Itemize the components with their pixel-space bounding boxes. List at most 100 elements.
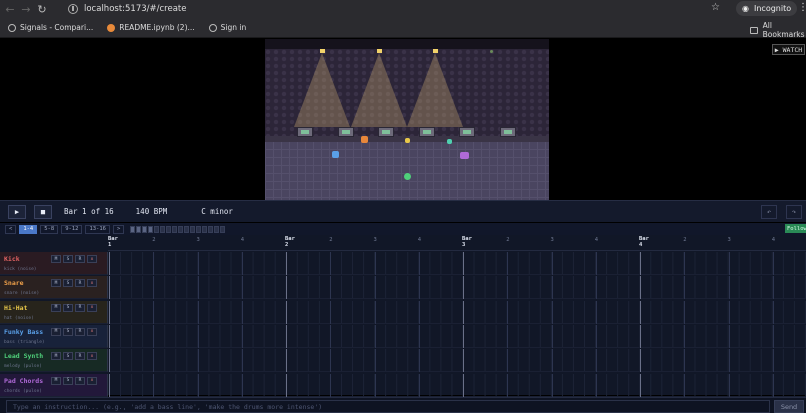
track-header[interactable]: Pad Chords chords (pulse) M S Rx xyxy=(0,373,108,397)
send-button[interactable]: Send xyxy=(774,400,804,413)
minimap-cell[interactable] xyxy=(160,225,166,233)
minimap-cell[interactable] xyxy=(196,225,202,233)
record-button[interactable]: R xyxy=(75,327,85,336)
track-header[interactable]: Lead Synth melody (pulse) M S Rx xyxy=(0,349,108,373)
instruction-input[interactable] xyxy=(6,400,770,413)
reload-icon[interactable]: ↻ xyxy=(34,1,50,17)
record-button[interactable]: R xyxy=(75,352,85,361)
range-button-13-16[interactable]: 13-16 xyxy=(85,224,110,234)
bar-divider xyxy=(463,349,464,373)
bookmark-label: Sign in xyxy=(220,23,247,32)
track-step-grid[interactable] xyxy=(109,300,806,324)
prev-range-button[interactable]: < xyxy=(5,224,17,234)
browser-menu-icon[interactable]: ⋮ xyxy=(798,2,806,13)
track-header[interactable]: Hi-Hat hat (noise) M S Rx xyxy=(0,300,108,324)
track-step-grid[interactable] xyxy=(109,349,806,373)
minimap-cell[interactable] xyxy=(184,225,190,233)
spotlight-beam xyxy=(294,53,350,127)
range-button-9-12[interactable]: 9-12 xyxy=(61,224,83,234)
back-icon[interactable]: ← xyxy=(2,1,18,17)
delete-track-button[interactable]: x xyxy=(87,303,97,312)
bookmark-star-icon[interactable]: ☆ xyxy=(711,2,720,13)
solo-button[interactable]: S xyxy=(63,327,73,336)
track-step-grid[interactable] xyxy=(109,276,806,300)
minimap-cell[interactable] xyxy=(142,225,148,233)
range-button-5-8[interactable]: 5-8 xyxy=(40,224,59,234)
beat-divider xyxy=(595,324,597,348)
record-button[interactable]: R xyxy=(75,255,85,263)
beat-divider xyxy=(374,373,376,397)
mute-button[interactable]: M xyxy=(51,376,61,385)
track-controls: MSRx xyxy=(51,327,97,336)
delete-track-button[interactable]: x xyxy=(87,279,97,288)
record-button[interactable]: R xyxy=(75,303,85,312)
bookmark-item[interactable]: Sign in xyxy=(208,23,247,32)
play-button[interactable]: ▶ xyxy=(8,204,26,219)
mute-button[interactable]: M xyxy=(51,327,61,336)
redo-button[interactable]: ↷ xyxy=(786,205,802,219)
minimap-cell[interactable] xyxy=(214,225,220,233)
track-header[interactable]: Kick kick (noise) M S Rx xyxy=(0,252,108,275)
minimap-cell[interactable] xyxy=(166,225,172,233)
site-info-icon[interactable] xyxy=(68,3,78,14)
solo-button[interactable]: S xyxy=(63,255,73,263)
jupyter-icon xyxy=(107,23,116,32)
delete-track-button[interactable]: x xyxy=(87,255,97,263)
minimap-cell[interactable] xyxy=(172,225,178,233)
mute-button[interactable]: M xyxy=(51,352,61,361)
beat-divider xyxy=(684,349,686,373)
address-bar[interactable]: localhost:5173/#/create xyxy=(60,0,726,17)
all-bookmarks-label: All Bookmarks xyxy=(762,21,805,39)
beat-divider xyxy=(507,349,509,373)
mute-button[interactable]: M xyxy=(51,255,61,263)
undo-button[interactable]: ↶ xyxy=(761,205,777,219)
track-step-grid[interactable] xyxy=(109,252,806,275)
minimap-cell[interactable] xyxy=(178,225,184,233)
record-button[interactable]: R xyxy=(75,279,85,288)
all-bookmarks-button[interactable]: All Bookmarks xyxy=(750,21,806,39)
amplifier-icon xyxy=(459,127,475,137)
forward-icon[interactable]: → xyxy=(18,1,34,17)
follow-toggle[interactable]: Follow xyxy=(785,224,806,233)
track-controls: MSRx xyxy=(51,352,97,361)
url-text[interactable]: localhost:5173/#/create xyxy=(84,4,186,14)
mute-button[interactable]: M xyxy=(51,303,61,312)
solo-button[interactable]: S xyxy=(63,352,73,361)
beat-divider xyxy=(418,276,420,300)
beat-divider xyxy=(197,276,199,300)
keyboardist-character-icon xyxy=(460,152,469,159)
bar-number: 1 xyxy=(108,242,112,248)
delete-track-button[interactable]: x xyxy=(87,376,97,385)
stop-button[interactable]: ■ xyxy=(34,204,52,219)
minimap-cell[interactable] xyxy=(190,225,196,233)
solo-button[interactable]: S xyxy=(63,303,73,312)
beat-number-label: 2 xyxy=(329,237,333,243)
minimap-cell[interactable] xyxy=(136,225,142,233)
record-button[interactable]: R xyxy=(75,376,85,385)
track-header[interactable]: Snare snare (noise) M S Rx xyxy=(0,276,108,300)
beat-divider xyxy=(551,276,553,300)
incognito-badge[interactable]: ◉ Incognito xyxy=(736,1,798,16)
track-header[interactable]: Funky Bass bass (triangle) M S Rx xyxy=(0,324,108,348)
bar-minimap[interactable] xyxy=(130,225,226,233)
watch-button[interactable]: ▶ WATCH xyxy=(772,44,805,55)
minimap-cell[interactable] xyxy=(154,225,160,233)
minimap-cell[interactable] xyxy=(202,225,208,233)
solo-button[interactable]: S xyxy=(63,279,73,288)
bookmark-item[interactable]: README.ipynb (2)... xyxy=(107,23,195,32)
minimap-cell[interactable] xyxy=(208,225,214,233)
mute-button[interactable]: M xyxy=(51,279,61,288)
beat-number-label: 3 xyxy=(196,237,200,243)
track-step-grid[interactable] xyxy=(109,324,806,348)
beat-divider xyxy=(153,349,155,373)
minimap-cell[interactable] xyxy=(130,225,136,233)
bookmark-item[interactable]: Signals - Compari... xyxy=(8,23,93,32)
minimap-cell[interactable] xyxy=(220,225,226,233)
delete-track-button[interactable]: x xyxy=(87,327,97,336)
solo-button[interactable]: S xyxy=(63,376,73,385)
delete-track-button[interactable]: x xyxy=(87,352,97,361)
next-range-button[interactable]: > xyxy=(113,224,125,234)
range-button-1-4[interactable]: 1-4 xyxy=(19,224,38,234)
minimap-cell[interactable] xyxy=(148,225,154,233)
track-step-grid[interactable] xyxy=(109,373,806,397)
